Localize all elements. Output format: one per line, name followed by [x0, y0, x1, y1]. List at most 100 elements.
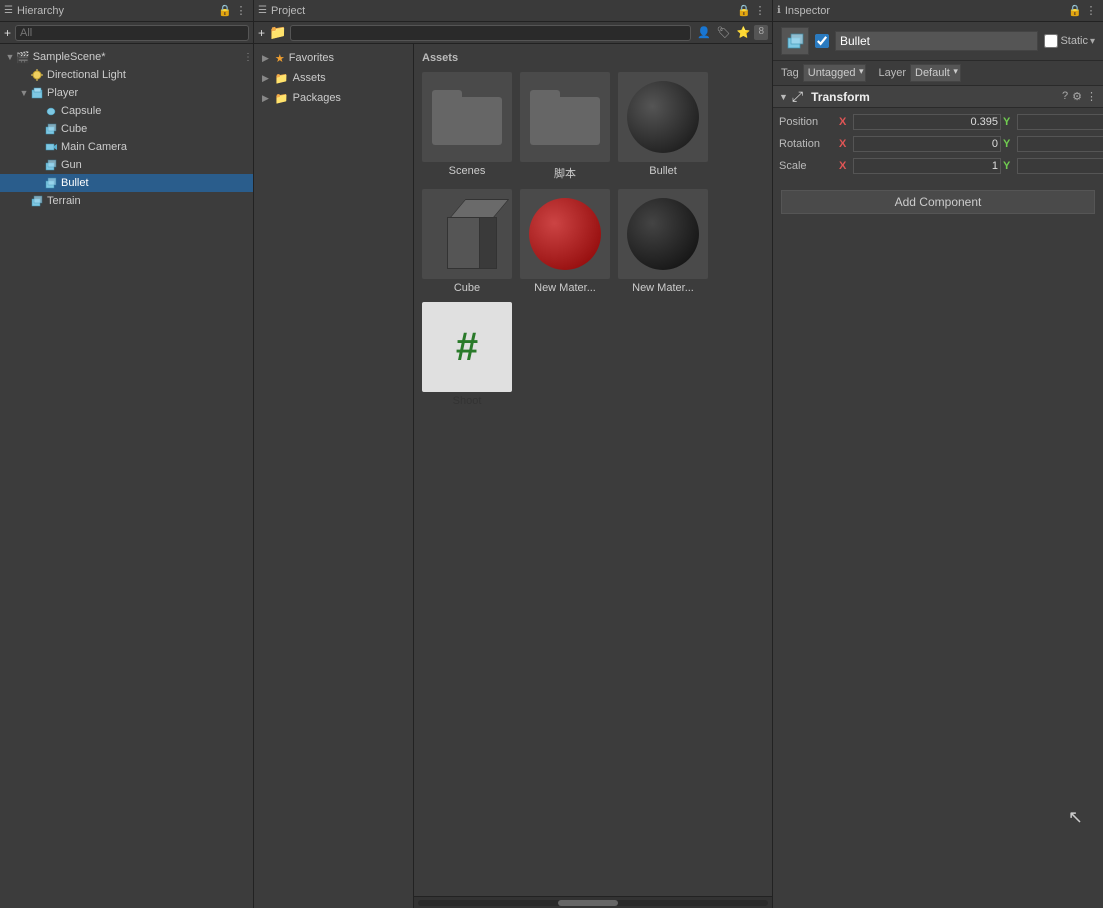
material2-sphere-icon: [627, 198, 699, 270]
tree-item-gun[interactable]: Gun: [0, 156, 253, 174]
asset-scripts[interactable]: 脚本: [520, 72, 610, 181]
tree-item-main-camera[interactable]: Main Camera: [0, 138, 253, 156]
asset-bullet-label: Bullet: [649, 165, 677, 177]
capsule-arrow: [32, 105, 44, 117]
scene-more-icon[interactable]: ⋮: [243, 52, 253, 63]
project-bar: ☰ Project 🔒 ⋮: [254, 0, 772, 22]
inspector-more-icon[interactable]: ⋮: [1083, 3, 1099, 19]
transform-settings-icon[interactable]: ⚙: [1072, 90, 1082, 103]
asset-scenes-label: Scenes: [449, 165, 486, 177]
project-tag-icon[interactable]: 🏷: [715, 25, 733, 40]
position-y-letter: Y: [1003, 116, 1015, 128]
scale-y-input[interactable]: [1017, 158, 1103, 174]
object-cube-icon: [786, 32, 804, 50]
project-avatar-icon[interactable]: 👤: [695, 25, 713, 40]
project-folder-icon: 📁: [269, 24, 286, 41]
position-x-letter: X: [839, 116, 851, 128]
transform-section: ▼ ⤢ Transform ? ⚙ ⋮ Position X: [773, 86, 1103, 182]
static-checkbox[interactable]: [1044, 34, 1058, 48]
bullet-hier-icon: [44, 176, 58, 190]
scripts-folder-shape: [530, 90, 600, 145]
rotation-xyz: X Y Z: [839, 136, 1103, 152]
tree-item-terrain[interactable]: Terrain: [0, 192, 253, 210]
hierarchy-title: Hierarchy: [17, 5, 217, 17]
project-lock-icon[interactable]: 🔒: [736, 3, 752, 19]
project-star-icon[interactable]: ⭐: [735, 25, 753, 40]
bullet-arrow: [32, 177, 44, 189]
assets-grid-container: Assets Scenes: [414, 44, 772, 896]
hierarchy-toolbar: +: [0, 22, 253, 44]
hierarchy-add-icon[interactable]: +: [4, 26, 11, 40]
transform-more-icon[interactable]: ⋮: [1086, 90, 1097, 103]
asset-bullet-thumb: [618, 72, 708, 162]
tree-item-directional-light[interactable]: Directional Light: [0, 66, 253, 84]
scale-x-input[interactable]: [853, 158, 1001, 174]
layer-label: Layer: [878, 67, 906, 79]
dl-icon: [30, 68, 44, 82]
object-name-input[interactable]: [835, 31, 1038, 51]
asset-cube[interactable]: Cube: [422, 189, 512, 294]
object-icon-box: [781, 27, 809, 55]
tag-dropdown[interactable]: Untagged: [803, 64, 867, 82]
assets-scrollbar[interactable]: [414, 896, 772, 908]
scrollbar-track: [418, 900, 768, 906]
tree-item-bullet[interactable]: Bullet: [0, 174, 253, 192]
static-section: Static ▾: [1044, 34, 1095, 48]
position-y-input[interactable]: [1017, 114, 1103, 130]
project-more-icon[interactable]: ⋮: [752, 3, 768, 19]
packages-arrow: ▶: [262, 93, 269, 104]
project-search-input[interactable]: [290, 25, 691, 41]
project-toolbar: + 📁 👤 🏷 ⭐ 8: [254, 22, 772, 44]
transform-help-icon[interactable]: ?: [1062, 90, 1068, 103]
sidebar-assets[interactable]: ▶ 📁 Assets: [254, 68, 413, 88]
tree-item-capsule[interactable]: Capsule: [0, 102, 253, 120]
asset-shoot[interactable]: # Shoot: [422, 302, 512, 407]
sidebar-assets-label: Assets: [293, 72, 326, 84]
scale-label: Scale: [779, 160, 839, 172]
tag-label: Tag: [781, 67, 799, 79]
cube-3d-icon: [437, 199, 497, 269]
asset-scenes[interactable]: Scenes: [422, 72, 512, 181]
asset-bullet[interactable]: Bullet: [618, 72, 708, 181]
rotation-y-input[interactable]: [1017, 136, 1103, 152]
project-panel: ☰ Project 🔒 ⋮ + 📁 👤 🏷 ⭐ 8 ▶ ★ Favorites: [254, 0, 773, 908]
project-add-icon[interactable]: +: [258, 26, 265, 40]
transform-section-icons: ? ⚙ ⋮: [1062, 90, 1097, 103]
asset-new-material-2[interactable]: New Mater...: [618, 189, 708, 294]
player-arrow: ▼: [18, 87, 30, 99]
position-x-input[interactable]: [853, 114, 1001, 130]
object-enabled-checkbox[interactable]: [815, 34, 829, 48]
fav-star-icon: ★: [275, 52, 285, 65]
inspector-info-icon: ℹ: [777, 5, 781, 16]
gun-arrow: [32, 159, 44, 171]
asset-material1-thumb: [520, 189, 610, 279]
rotation-label: Rotation: [779, 138, 839, 150]
asset-new-material-1[interactable]: New Mater...: [520, 189, 610, 294]
transform-body: Position X Y Z: [773, 108, 1103, 182]
transform-section-header[interactable]: ▼ ⤢ Transform ? ⚙ ⋮: [773, 86, 1103, 108]
rotation-y-field: Y: [1003, 136, 1103, 152]
inspector-lock-icon[interactable]: 🔒: [1067, 3, 1083, 19]
position-label: Position: [779, 116, 839, 128]
hierarchy-bar: ☰ Hierarchy 🔒 ⋮: [0, 0, 253, 22]
asset-material2-thumb: [618, 189, 708, 279]
cursor-indicator: ↖: [1068, 807, 1083, 828]
gun-icon: [44, 158, 58, 172]
bullet-sphere-icon: [627, 81, 699, 153]
hierarchy-more-icon[interactable]: ⋮: [233, 3, 249, 19]
tree-item-player[interactable]: ▼ Player: [0, 84, 253, 102]
sidebar-favorites[interactable]: ▶ ★ Favorites: [254, 48, 413, 68]
material1-sphere-icon: [529, 198, 601, 270]
add-component-button[interactable]: Add Component: [781, 190, 1095, 214]
layer-dropdown[interactable]: Default: [910, 64, 961, 82]
hierarchy-lock-icon[interactable]: 🔒: [217, 3, 233, 19]
tree-item-cube[interactable]: Cube: [0, 120, 253, 138]
sidebar-packages[interactable]: ▶ 📁 Packages: [254, 88, 413, 108]
hierarchy-search-input[interactable]: [15, 25, 249, 41]
static-dropdown-arrow[interactable]: ▾: [1090, 36, 1095, 47]
asset-material1-label: New Mater...: [534, 282, 596, 294]
rotation-x-input[interactable]: [853, 136, 1001, 152]
transform-arrow: ▼: [779, 92, 788, 102]
main-camera-label: Main Camera: [61, 141, 127, 153]
scene-root[interactable]: ▼ 🎬 SampleScene* ⋮: [0, 48, 253, 66]
